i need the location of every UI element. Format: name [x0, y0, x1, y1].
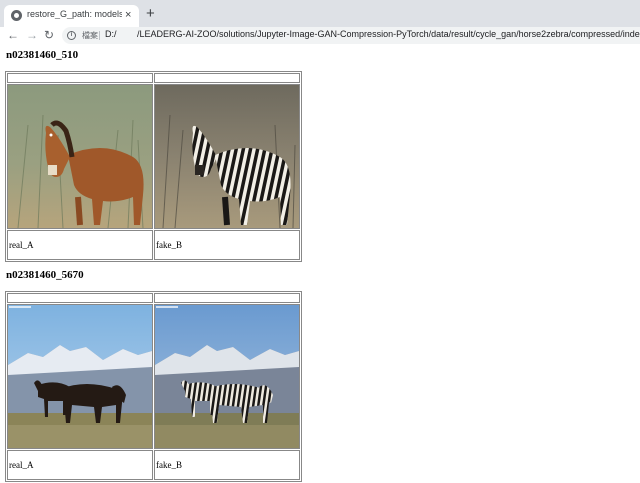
back-arrow-icon[interactable]: ← [7, 27, 19, 44]
zebras-mountains-photo-icon [155, 305, 299, 448]
horse-photo-icon [8, 85, 152, 228]
table-cell [154, 73, 300, 83]
url-drive: D:/ [105, 29, 117, 39]
forward-arrow-icon[interactable]: → [26, 27, 38, 44]
table-cell [7, 304, 153, 449]
table-cell [7, 293, 153, 303]
zebra-photo-icon [155, 85, 299, 228]
url-path: /LEADERG-AI-ZOO/solutions/Jupyter-Image-… [137, 29, 640, 39]
info-icon[interactable]: i [67, 31, 76, 40]
image-label: fake_B [154, 450, 300, 480]
result-heading: n02381460_5670 [6, 269, 84, 281]
image-label: real_A [7, 230, 153, 260]
address-bar[interactable]: i 檔案 D:/ /LEADERG-AI-ZOO/solutions/Jupyt… [62, 27, 640, 44]
result-table: real_A fake_B [5, 71, 302, 262]
close-tab-icon[interactable]: × [125, 7, 131, 23]
globe-icon [11, 10, 22, 21]
result-table: real_A fake_B [5, 291, 302, 482]
horses-mountains-photo-icon [8, 305, 152, 448]
table-cell [154, 293, 300, 303]
file-scheme-label: 檔案 [82, 31, 98, 40]
tab-strip: restore_G_path: models/cycle_ × + [0, 0, 640, 27]
image-label: real_A [7, 450, 153, 480]
table-cell [154, 304, 300, 449]
browser-toolbar: ← → ↻ i 檔案 D:/ /LEADERG-AI-ZOO/solutions… [0, 27, 640, 44]
table-cell [7, 84, 153, 229]
image-label: fake_B [154, 230, 300, 260]
page-content: n02381460_510 real_A fake_B n02381460_56… [0, 44, 640, 483]
reload-icon[interactable]: ↻ [44, 27, 54, 44]
browser-tab[interactable]: restore_G_path: models/cycle_ × [4, 5, 139, 27]
result-heading: n02381460_510 [6, 49, 79, 61]
tab-title: restore_G_path: models/cycle_ [27, 9, 122, 19]
table-cell [7, 73, 153, 83]
table-cell [154, 84, 300, 229]
new-tab-button[interactable]: + [146, 6, 155, 22]
address-separator [99, 31, 100, 40]
